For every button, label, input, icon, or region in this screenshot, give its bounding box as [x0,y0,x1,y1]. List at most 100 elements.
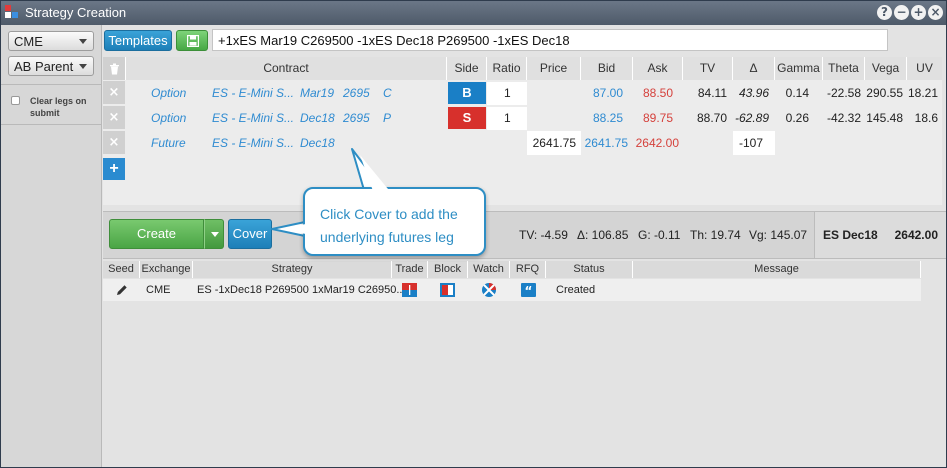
leg-ask: 88.50 [642,86,673,100]
leg-bid: 2641.75 [584,136,628,150]
header-uv[interactable]: UV [907,57,942,80]
header-contract[interactable]: Contract [126,57,447,80]
total-delta: Δ: 106.85 [577,228,629,242]
svg-text:“: “ [525,284,533,297]
trade-icon[interactable] [402,283,417,297]
order-status: Created [556,284,596,296]
order-strategy: ES -1xDec18 P269500 1xMar19 C26950... [197,284,406,296]
leg-price[interactable]: 2641.75 [527,131,576,155]
header-price[interactable]: Price [527,57,581,80]
leg-row[interactable]: × Future ES - E-Mini S... Dec18 2641.75 … [103,131,942,155]
callout-line-1: Click Cover to add the [320,206,458,222]
account-select[interactable]: AB Parent [8,56,94,76]
header-block[interactable]: Block [428,261,468,278]
maximize-icon[interactable]: + [911,5,926,20]
leg-delta[interactable]: -107 [733,131,763,155]
header-status[interactable]: Status [546,261,633,278]
exchange-select[interactable]: CME [8,31,94,51]
minimize-icon[interactable]: − [894,5,909,20]
leg-tv: 84.11 [697,86,727,100]
leg-row[interactable]: × Option ES - E-Mini S... Mar19 2695 C B… [103,81,942,105]
table-row[interactable]: CME ES -1xDec18 P269500 1xMar19 C26950..… [103,279,921,301]
title-bar[interactable]: Strategy Creation ? − + × [1,1,946,25]
app-logo-icon [5,5,19,19]
leg-vega: 290.55 [866,86,903,100]
remove-leg-icon[interactable]: × [103,81,125,104]
left-sidebar: CME AB Parent Clear legs on submit [1,25,102,467]
leg-ratio[interactable]: 1 [504,81,511,105]
exchange-select-value: CME [14,34,43,49]
leg-bid: 87.00 [592,86,623,100]
legs-grid: Contract Side Ratio Price Bid Ask TV Δ G… [103,57,942,205]
leg-tv: 88.70 [696,111,727,125]
block-icon[interactable] [440,283,455,297]
header-vega[interactable]: Vega [865,57,907,80]
remove-leg-icon[interactable]: × [103,131,125,154]
header-trade[interactable]: Trade [392,261,428,278]
header-tv[interactable]: TV [683,57,733,80]
cover-button[interactable]: Cover [228,219,272,249]
leg-theta: -42.32 [826,111,861,125]
leg-uv: 18.21 [907,86,938,100]
leg-strike: 2695 [343,111,370,125]
leg-type: Future [151,136,186,150]
clear-legs-checkbox[interactable] [11,96,20,105]
delete-all-button[interactable] [103,57,126,80]
leg-row[interactable]: × Option ES - E-Mini S... Dec18 2695 P S… [103,106,942,130]
header-seed[interactable]: Seed [103,261,140,278]
pencil-icon[interactable] [116,284,128,296]
strategies-grid: Seed Exchange Strategy Trade Block Watch… [103,260,946,467]
close-icon[interactable]: × [928,5,943,20]
header-ask[interactable]: Ask [633,57,683,80]
leg-type: Option [151,86,187,100]
header-bid[interactable]: Bid [581,57,633,80]
header-delta[interactable]: Δ [733,57,775,80]
remove-leg-icon[interactable]: × [103,106,125,129]
chevron-down-icon [79,64,87,69]
leg-ratio[interactable]: 1 [504,106,511,130]
leg-theta: -22.58 [826,86,861,100]
leg-type: Option [151,111,187,125]
chevron-down-icon [79,39,87,44]
leg-call-put: C [383,86,392,100]
header-side[interactable]: Side [447,57,487,80]
header-message[interactable]: Message [633,261,921,278]
watch-icon[interactable] [481,282,496,297]
underlying-symbol: ES Dec18 [823,228,878,242]
action-bar: Create Cover TV: -4.59 Δ: 106.85 G: -0.1… [103,211,946,259]
trash-icon [109,63,119,75]
save-icon [187,35,199,47]
leg-product: ES - E-Mini S... [212,111,295,125]
leg-gamma: 0.14 [785,86,809,100]
total-tv: TV: -4.59 [519,228,568,242]
leg-uv: 18.6 [914,111,938,125]
header-theta[interactable]: Theta [823,57,865,80]
side-sell-button[interactable]: S [448,107,486,129]
underlying-summary: ES Dec18 2642.00 [814,212,946,258]
create-button[interactable]: Create [109,219,204,249]
strategy-text-field[interactable]: +1xES Mar19 C269500 -1xES Dec18 P269500 … [212,29,888,51]
leg-vega: 145.48 [866,111,903,125]
templates-button[interactable]: Templates [104,30,172,51]
leg-product: ES - E-Mini S... [212,136,295,150]
rfq-quote-icon[interactable]: “ [521,283,536,298]
create-options-button[interactable] [204,219,224,249]
divider [1,124,102,125]
save-button[interactable] [176,30,208,51]
leg-expiry: Dec18 [300,111,335,125]
header-exchange[interactable]: Exchange [140,261,193,278]
leg-strike: 2695 [343,86,370,100]
leg-product: ES - E-Mini S... [212,86,295,100]
leg-expiry: Dec18 [300,136,335,150]
add-leg-button[interactable]: + [103,158,125,180]
leg-ask: 89.75 [642,111,673,125]
header-rfq[interactable]: RFQ [510,261,546,278]
header-watch[interactable]: Watch [468,261,510,278]
header-ratio[interactable]: Ratio [487,57,527,80]
header-gamma[interactable]: Gamma [775,57,823,80]
side-buy-button[interactable]: B [448,82,486,104]
leg-delta: -62.89 [734,111,769,125]
help-icon[interactable]: ? [877,5,892,20]
leg-gamma: 0.26 [785,111,809,125]
header-strategy[interactable]: Strategy [193,261,392,278]
